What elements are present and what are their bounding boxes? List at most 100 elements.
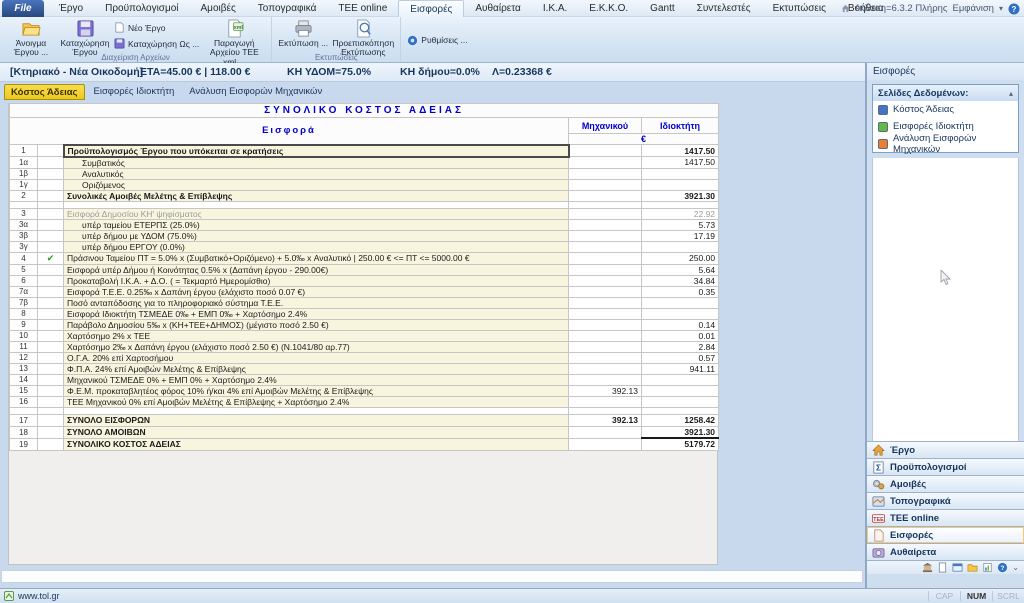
cell-owner[interactable]: 34.84 <box>642 275 719 286</box>
ribbon-tab-ika[interactable]: Ι.Κ.Α. <box>532 0 578 17</box>
cell-owner[interactable]: 3921.30 <box>642 426 719 438</box>
cell-mech[interactable]: 392.13 <box>569 414 642 426</box>
print-button[interactable]: Εκτύπωση ... <box>278 19 328 48</box>
cell-owner[interactable]: 5.73 <box>642 219 719 230</box>
page-item-analysi-eisforon[interactable]: Ανάλυση Εισφορών Μηχανικών <box>873 135 1018 152</box>
cell-lbl[interactable]: Χαρτόσημο 2% x ΤΕΕ <box>64 330 569 341</box>
cell-mech[interactable] <box>569 145 642 157</box>
cell-lbl[interactable]: Προκαταβολή Ι.Κ.Α. + Δ.Ο. ( = Τεκμαρτό Η… <box>64 275 569 286</box>
cell-owner[interactable]: 0.57 <box>642 352 719 363</box>
cell-owner[interactable]: 5.64 <box>642 264 719 275</box>
settings-button[interactable]: Ρυθμίσεις ... <box>407 35 467 46</box>
website-link[interactable]: www.tol.gr <box>18 591 60 601</box>
cell-mech[interactable] <box>569 275 642 286</box>
cell-owner[interactable] <box>642 374 719 385</box>
cell-lbl[interactable]: Χαρτόσημο 2‰ x Δαπάνη έργου (ελάχιστο πο… <box>64 341 569 352</box>
cell-lbl[interactable]: Εισφορά Δημοσίου ΚΗ' ψηφίσματος <box>64 208 569 219</box>
horizontal-scrollbar[interactable] <box>1 570 863 583</box>
cell-owner[interactable] <box>642 297 719 308</box>
cell-owner[interactable]: 5179.72 <box>642 438 719 450</box>
cell-mech[interactable] <box>569 252 642 264</box>
cell-owner[interactable]: 17.19 <box>642 230 719 241</box>
cell-lbl[interactable]: ΣΥΝΟΛΟ ΑΜΟΙΒΩΝ <box>64 426 569 438</box>
help-globe-icon[interactable]: ? <box>997 562 1008 573</box>
bank-icon[interactable] <box>922 562 933 573</box>
cell-lbl[interactable]: Φ.Π.Α. 24% επί Αμοιβών Μελέτης & Επίβλεψ… <box>64 363 569 374</box>
cell-lbl[interactable]: ΣΥΝΟΛΟ ΕΙΣΦΟΡΩΝ <box>64 414 569 426</box>
cell-mech[interactable] <box>569 297 642 308</box>
cell-mech[interactable] <box>569 168 642 179</box>
cell-mech[interactable] <box>569 286 642 297</box>
cell-lbl[interactable]: ΣΥΝΟΛΙΚΟ ΚΟΣΤΟΣ ΑΔΕΙΑΣ <box>64 438 569 450</box>
cell-owner[interactable]: 250.00 <box>642 252 719 264</box>
save-project-button[interactable]: Καταχώρηση Έργου <box>60 19 110 58</box>
ribbon-tab-proypologismoi[interactable]: Προϋπολογισμοί <box>94 0 189 17</box>
cell-mech[interactable] <box>569 407 642 414</box>
cell-owner[interactable]: 1258.42 <box>642 414 719 426</box>
collapse-panel-icon[interactable]: ▴ <box>1009 89 1013 98</box>
cell-owner[interactable] <box>642 308 719 319</box>
cell-mech[interactable] <box>569 341 642 352</box>
nav-item-eisfores[interactable]: Εισφορές <box>867 526 1024 543</box>
cell-lbl[interactable]: υπέρ ταμείου ΕΤΕΡΠΣ (25.0%) <box>64 219 569 230</box>
cell-mech[interactable] <box>569 396 642 407</box>
cell-mech[interactable] <box>569 319 642 330</box>
save-as-button[interactable]: Καταχώρηση Ως ... <box>114 38 199 49</box>
cell-mech[interactable] <box>569 157 642 169</box>
cell-owner[interactable]: 3921.30 <box>642 190 719 201</box>
cell-mech[interactable] <box>569 241 642 252</box>
nav-item-ergo[interactable]: Έργο <box>867 441 1024 458</box>
cell-lbl[interactable]: Εισφορά Ιδιοκτήτη ΤΣΜΕΔΕ 0‰ + ΕΜΠ 0‰ + Χ… <box>64 308 569 319</box>
cell-lbl[interactable] <box>64 407 569 414</box>
page-item-kostos-adeias[interactable]: Κόστος Άδειας <box>873 101 1018 118</box>
cell-mech[interactable] <box>569 219 642 230</box>
cell-lbl[interactable]: Παράβολο Δημοσίου 5‰ x (ΚΗ+ΤΕΕ+ΔΗΜΟΣ) (μ… <box>64 319 569 330</box>
cell-owner[interactable]: 941.11 <box>642 363 719 374</box>
ribbon-tab-ektyposeis[interactable]: Εκτυπώσεις <box>762 0 837 17</box>
cell-mech[interactable] <box>569 190 642 201</box>
cell-owner[interactable] <box>642 407 719 414</box>
cell-lbl[interactable]: Αναλυτικός <box>64 168 569 179</box>
cell-mech[interactable] <box>569 208 642 219</box>
cell-mech[interactable] <box>569 374 642 385</box>
file-menu-button[interactable]: File <box>2 0 44 17</box>
nav-item-proypologismoi[interactable]: Σ Προϋπολογισμοί <box>867 458 1024 475</box>
nav-item-topografika[interactable]: Τοπογραφικά <box>867 492 1024 509</box>
tab-eisfores-idioktiti[interactable]: Εισφορές Ιδιοκτήτη <box>88 84 181 100</box>
ribbon-tab-gantt[interactable]: Gantt <box>639 0 685 17</box>
nav-item-tee-online[interactable]: TEE TEE online <box>867 509 1024 526</box>
cell-lbl[interactable] <box>64 201 569 208</box>
tab-analysi-eisforon[interactable]: Ανάλυση Εισφορών Μηχανικών <box>183 84 328 100</box>
cell-lbl[interactable]: Ποσό ανταπόδοσης για το πληροφοριακό σύσ… <box>64 297 569 308</box>
cell-owner[interactable] <box>642 385 719 396</box>
display-menu[interactable]: Εμφάνιση <box>953 3 994 14</box>
ribbon-tab-eisfores[interactable]: Εισφορές <box>398 0 464 17</box>
cell-lbl[interactable]: Μηχανικού ΤΣΜΕΔΕ 0% + ΕΜΠ 0% + Χαρτόσημο… <box>64 374 569 385</box>
tab-kostos-adeias[interactable]: Κόστος Άδειας <box>4 84 85 100</box>
report-icon[interactable] <box>937 562 948 573</box>
ribbon-tab-ergo[interactable]: Έργο <box>48 0 94 17</box>
cell-lbl[interactable]: Πράσινου Ταμείου ΠΤ = 5.0% x (Συμβατικό+… <box>64 252 569 264</box>
cell-mech[interactable] <box>569 426 642 438</box>
nav-item-afthaireta[interactable]: Αυθαίρετα <box>867 543 1024 560</box>
help-icon[interactable]: ? <box>1008 3 1020 15</box>
cell-owner[interactable] <box>642 179 719 190</box>
cell-mech[interactable] <box>569 330 642 341</box>
cell-mech[interactable] <box>569 352 642 363</box>
cell-owner[interactable] <box>642 396 719 407</box>
ribbon-tab-tee-online[interactable]: TEE online <box>327 0 398 17</box>
cell-lbl[interactable]: Φ.Ε.Μ. προκαταβλητέος φόρος 10% ή/και 4%… <box>64 385 569 396</box>
cell-mech[interactable] <box>569 308 642 319</box>
cell-lbl[interactable]: Ο.Γ.Α. 20% επί Χαρτοσήμου <box>64 352 569 363</box>
cell-mech[interactable] <box>569 179 642 190</box>
cell-owner[interactable]: 0.35 <box>642 286 719 297</box>
cell-mech[interactable] <box>569 201 642 208</box>
cell-owner[interactable]: 1417.50 <box>642 145 719 157</box>
ribbon-tab-ekko[interactable]: Ε.Κ.Κ.Ο. <box>578 0 639 17</box>
cell-lbl[interactable]: Συνολικές Αμοιβές Μελέτης & Επίβλεψης <box>64 190 569 201</box>
cell-owner[interactable] <box>642 201 719 208</box>
ribbon-tab-topografika[interactable]: Τοπογραφικά <box>247 0 328 17</box>
cell-owner[interactable]: 22.92 <box>642 208 719 219</box>
cell-lbl[interactable]: Συμβατικός <box>64 157 569 169</box>
cell-lbl[interactable]: ΤΕΕ Μηχανικού 0% επί Αμοιβών Μελέτης & Ε… <box>64 396 569 407</box>
